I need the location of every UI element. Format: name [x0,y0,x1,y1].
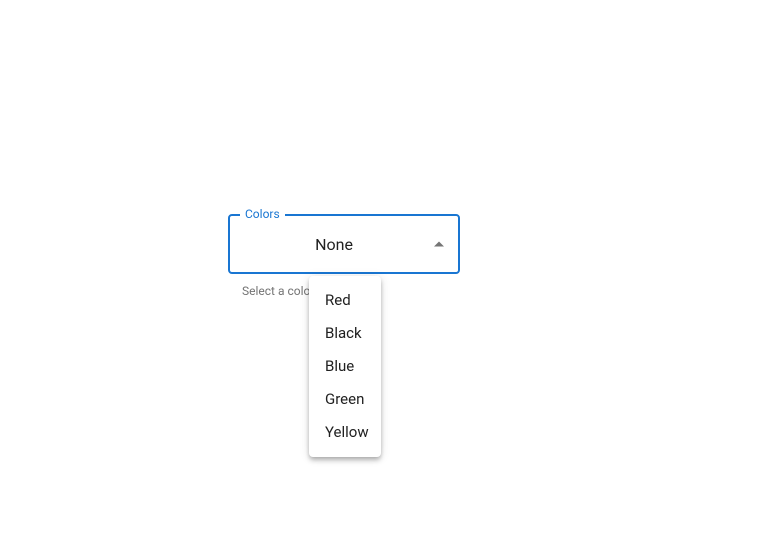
option-red[interactable]: Red [309,284,381,317]
select-label: Colors [240,207,285,221]
caret-up-icon [434,242,444,247]
color-select[interactable]: Colors None [228,214,460,274]
option-green[interactable]: Green [309,383,381,416]
select-value: None [242,235,446,254]
option-yellow[interactable]: Yellow [309,416,381,449]
option-black[interactable]: Black [309,317,381,350]
option-blue[interactable]: Blue [309,350,381,383]
color-select-dropdown: Red Black Blue Green Yellow [309,276,381,457]
